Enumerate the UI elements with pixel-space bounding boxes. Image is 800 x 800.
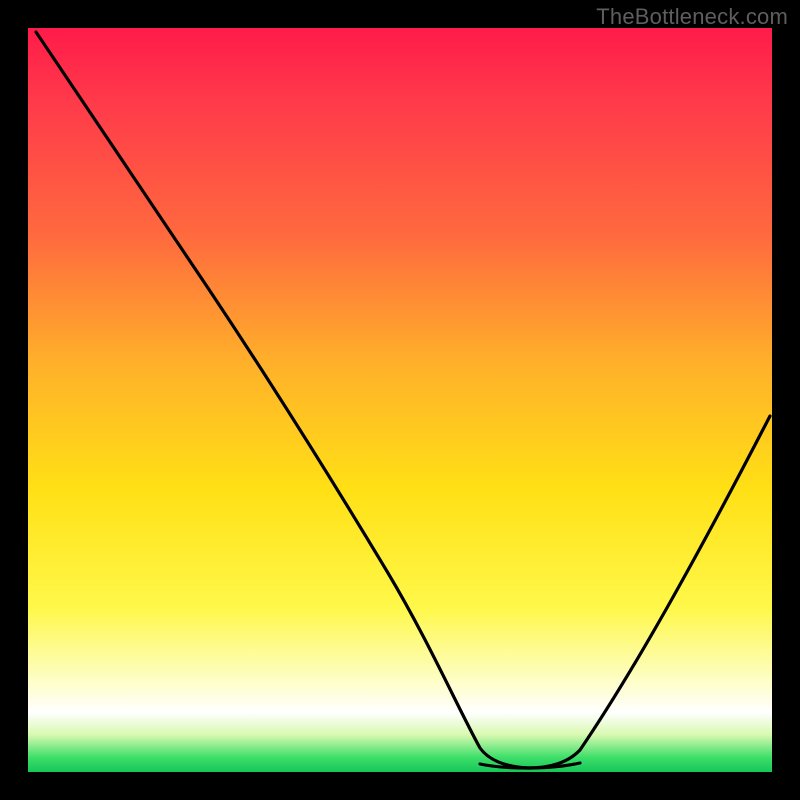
curve-layer — [28, 28, 772, 772]
plot-area — [28, 28, 772, 772]
watermark-text: TheBottleneck.com — [596, 4, 788, 30]
chart-frame: TheBottleneck.com — [0, 0, 800, 800]
bottleneck-curve — [36, 32, 770, 768]
